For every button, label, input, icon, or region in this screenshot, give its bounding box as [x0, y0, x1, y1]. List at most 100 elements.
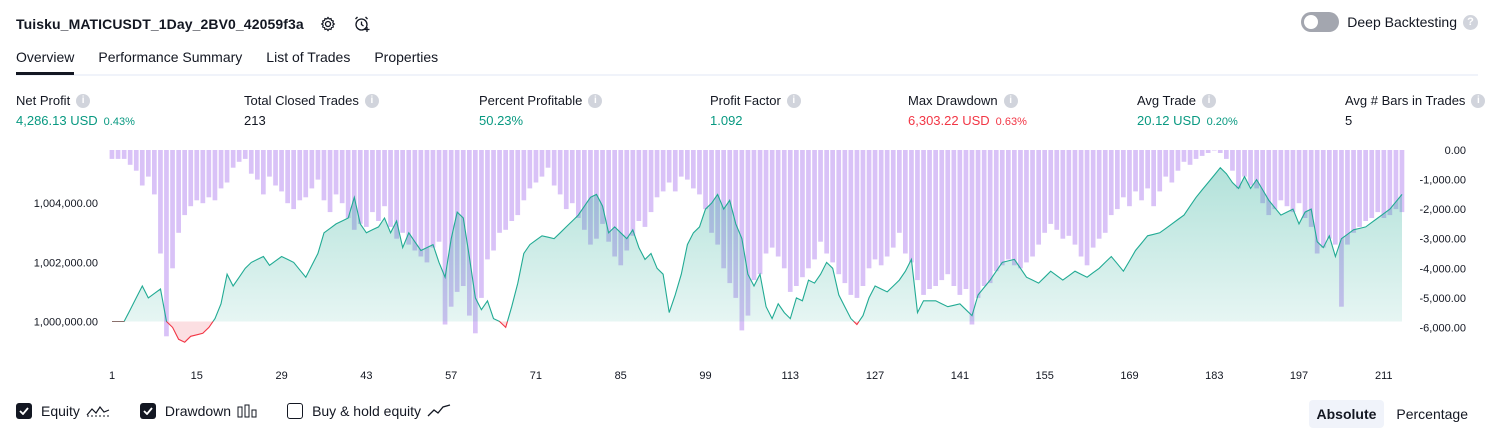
- info-icon[interactable]: i: [1202, 93, 1217, 108]
- metric-label: Max Drawdown: [908, 93, 998, 108]
- drawdown-bar: [1030, 150, 1035, 257]
- x-axis-tick: 155: [1036, 370, 1054, 382]
- drawdown-bar: [842, 150, 848, 284]
- drawdown-bar: [1242, 150, 1247, 177]
- drawdown-bar: [812, 150, 817, 260]
- help-icon[interactable]: ?: [1463, 14, 1478, 30]
- drawdown-bar: [672, 150, 678, 192]
- drawdown-bar: [903, 150, 908, 254]
- drawdown-bar: [200, 150, 206, 204]
- drawdown-bar: [866, 150, 872, 269]
- drawdown-bar: [1157, 150, 1163, 192]
- drawdown-bar: [139, 150, 145, 186]
- drawdown-checkbox[interactable]: [139, 403, 156, 419]
- drawdown-bar: [915, 150, 920, 281]
- drawdown-bar: [327, 150, 333, 213]
- drawdown-bar: [479, 150, 484, 298]
- drawdown-bar: [515, 150, 521, 216]
- x-axis-tick: 57: [445, 370, 457, 382]
- metric-label: Avg Trade: [1137, 93, 1197, 108]
- drawdown-bar: [309, 150, 315, 189]
- metric-percent: 0.43%: [103, 116, 135, 128]
- drawdown-bar: [158, 150, 163, 254]
- add-alert-icon[interactable]: [352, 14, 372, 34]
- drawdown-bar: [1115, 150, 1120, 210]
- deep-backtesting-toggle[interactable]: [1301, 12, 1340, 32]
- drawdown-bar: [800, 150, 805, 278]
- absolute-button[interactable]: Absolute: [1308, 400, 1385, 428]
- drawdown-bar: [248, 150, 254, 174]
- drawdown-bar: [1387, 150, 1393, 216]
- drawdown-bar: [1133, 150, 1138, 192]
- percentage-button[interactable]: Percentage: [1388, 400, 1476, 428]
- left-axis-tick: 1,004,000.00: [34, 198, 98, 210]
- metric-label: Net Profit: [16, 93, 71, 108]
- metric-value: 6,303.22 USD: [908, 113, 990, 128]
- settings-icon[interactable]: [318, 14, 338, 34]
- drawdown-bar: [1272, 150, 1278, 210]
- drawdown-bars-icon: [237, 404, 257, 418]
- drawdown-bar: [370, 150, 375, 213]
- drawdown-bar: [703, 150, 708, 210]
- drawdown-bar: [1211, 150, 1217, 151]
- drawdown-bar: [1290, 150, 1296, 213]
- drawdown-bar: [824, 150, 829, 254]
- info-icon[interactable]: i: [1471, 93, 1486, 108]
- drawdown-bar: [860, 150, 866, 286]
- drawdown-bar: [806, 150, 811, 269]
- drawdown-bar: [218, 150, 224, 189]
- legend-drawdown[interactable]: Drawdown: [139, 403, 257, 419]
- drawdown-bar: [781, 150, 787, 269]
- drawdown-bar: [491, 150, 496, 251]
- equity-checkbox[interactable]: [16, 403, 32, 419]
- info-icon[interactable]: i: [588, 93, 603, 108]
- drawdown-bar: [1236, 150, 1241, 189]
- info-icon[interactable]: i: [786, 93, 801, 108]
- drawdown-bar: [1327, 150, 1332, 239]
- drawdown-bar: [957, 150, 963, 295]
- right-axis-tick: -4,000.00: [1420, 263, 1466, 275]
- tab-performance-summary[interactable]: Performance Summary: [98, 46, 242, 72]
- drawdown-bar: [769, 150, 775, 248]
- drawdown-bar: [170, 150, 175, 269]
- tab-overview[interactable]: Overview: [16, 46, 75, 75]
- drawdown-bar: [666, 150, 672, 183]
- drawdown-bar: [291, 150, 296, 210]
- legend-buy-hold[interactable]: Buy & hold equity: [287, 403, 451, 419]
- x-axis: 1 15 29 43 57 71 85 99 113 127 141 155 169 183 197 211: [109, 370, 1393, 382]
- info-icon[interactable]: i: [1003, 93, 1018, 108]
- tab-list-of-trades[interactable]: List of Trades: [266, 46, 350, 72]
- x-axis-tick: 141: [951, 370, 969, 382]
- drawdown-bar: [1163, 150, 1169, 177]
- drawdown-bar: [1078, 150, 1084, 257]
- strategy-header: Tuisku_MATICUSDT_1Day_2BV0_42059f3a: [16, 10, 372, 38]
- legend-equity-label: Equity: [41, 403, 80, 419]
- x-axis-tick: 211: [1375, 370, 1393, 382]
- drawdown-bar: [1060, 150, 1066, 239]
- metric-percent-profitable: Percent Profitable i 50.23%: [479, 93, 603, 128]
- drawdown-bar: [1205, 150, 1211, 153]
- left-axis-tick: 1,000,000.00: [34, 317, 98, 329]
- equity-drawdown-chart[interactable]: 1,000,000.00 1,002,000.00 1,004,000.00 0.0…: [0, 140, 1494, 395]
- drawdown-bar: [273, 150, 278, 186]
- x-axis-tick: 71: [530, 370, 542, 382]
- drawdown-bar: [182, 150, 187, 216]
- drawdown-bar: [109, 150, 115, 159]
- buy-hold-checkbox[interactable]: [287, 403, 304, 419]
- drawdown-bar: [890, 150, 896, 248]
- drawdown-bar: [1042, 150, 1047, 233]
- drawdown-bar: [848, 150, 854, 295]
- tab-properties[interactable]: Properties: [374, 46, 438, 72]
- metric-label: Percent Profitable: [479, 93, 583, 108]
- drawdown-bar: [975, 150, 981, 298]
- metric-total-closed-trades: Total Closed Trades i 213: [244, 93, 379, 128]
- drawdown-bar: [1278, 150, 1284, 201]
- drawdown-bar: [1345, 150, 1350, 245]
- info-icon[interactable]: i: [364, 93, 379, 108]
- drawdown-bar: [1084, 150, 1090, 266]
- info-icon[interactable]: i: [76, 93, 91, 108]
- metric-label: Profit Factor: [710, 93, 781, 108]
- drawdown-bar: [194, 150, 200, 201]
- drawdown-bar: [1048, 150, 1054, 224]
- legend-equity[interactable]: Equity: [16, 403, 110, 419]
